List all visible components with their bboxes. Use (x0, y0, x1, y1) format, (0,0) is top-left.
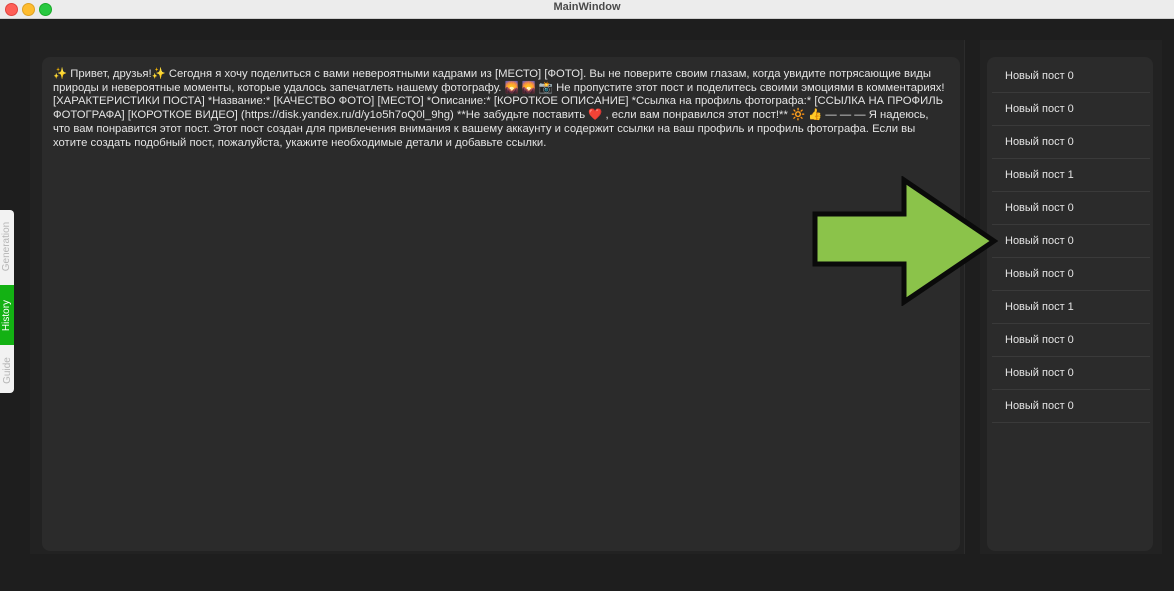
tab-guide-label: Guide (1, 356, 13, 384)
history-item[interactable]: Новый пост 0 (992, 390, 1150, 423)
history-item[interactable]: Новый пост 1 (992, 159, 1150, 192)
tab-generation[interactable]: Generation (0, 210, 14, 283)
history-item[interactable]: Новый пост 0 (992, 192, 1150, 225)
right-arrow-annotation (812, 176, 998, 306)
history-item[interactable]: Новый пост 0 (992, 357, 1150, 390)
history-item[interactable]: Новый пост 0 (992, 258, 1150, 291)
history-list[interactable]: Новый пост 0 Новый пост 0 Новый пост 0 Н… (987, 57, 1153, 551)
history-item[interactable]: Новый пост 0 (992, 60, 1150, 93)
history-item[interactable]: Новый пост 1 (992, 291, 1150, 324)
history-item[interactable]: Новый пост 0 (992, 225, 1150, 258)
title-bar: MainWindow (0, 0, 1174, 19)
tab-history-label: History (1, 299, 13, 331)
window-title: MainWindow (553, 1, 621, 13)
tab-history[interactable]: History (0, 285, 14, 345)
post-text: ✨ Привет, друзья!✨ Сегодня я хочу подели… (53, 68, 945, 149)
history-item[interactable]: Новый пост 0 (992, 93, 1150, 126)
history-item[interactable]: Новый пост 0 (992, 324, 1150, 357)
tab-guide[interactable]: Guide (0, 347, 14, 393)
side-tab-bar: Generation History Guide (0, 210, 14, 393)
history-item[interactable]: Новый пост 0 (992, 126, 1150, 159)
tab-generation-label: Generation (1, 221, 13, 272)
